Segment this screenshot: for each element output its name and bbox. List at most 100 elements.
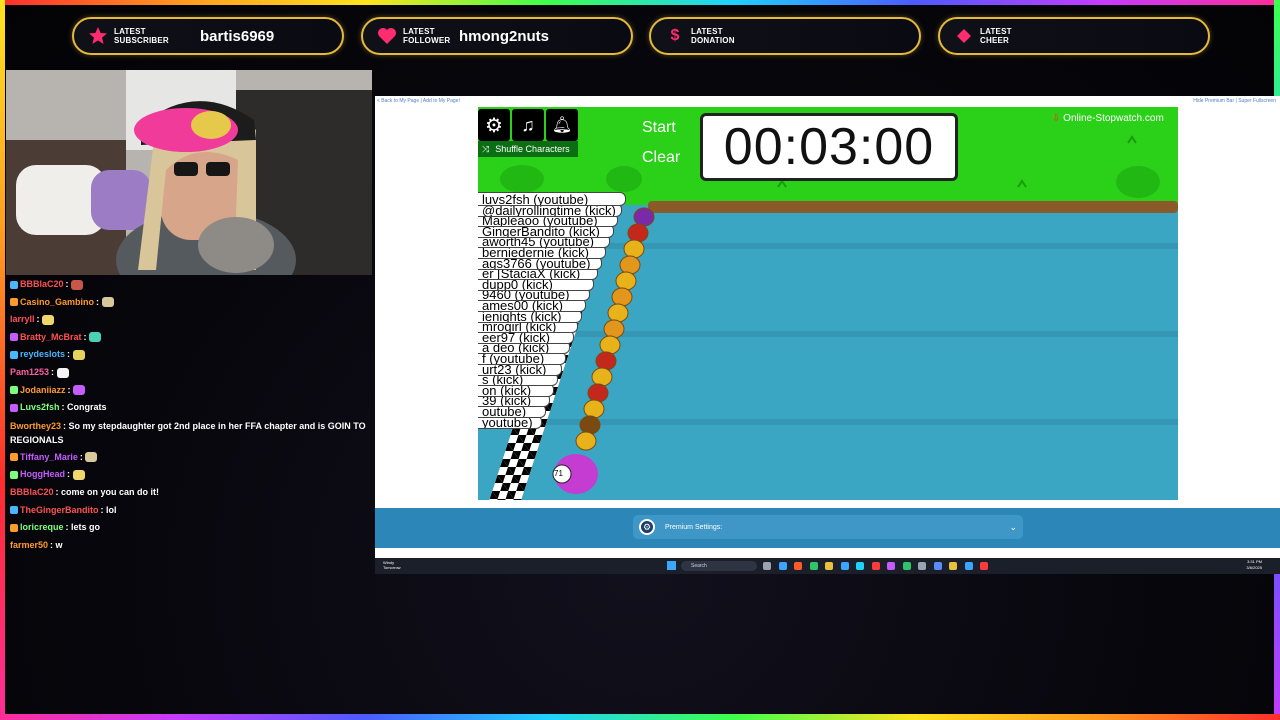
chat-emote-icon [89, 332, 102, 343]
rainbow-frame-left [0, 0, 5, 720]
taskbar-app-icon[interactable] [949, 562, 957, 570]
chat-username[interactable]: loricreque [20, 522, 64, 532]
duck-race-game: ⚙ ♫ 🔔︎ ⤨ Shuffle Characters Start Clear … [478, 107, 1178, 500]
taskbar-app-icon[interactable] [794, 562, 802, 570]
chat-emote-icon [71, 279, 84, 290]
chevron-down-icon: ⌄ [1009, 521, 1017, 532]
chat-message: BBBlaC20: [6, 276, 372, 294]
chat-message: Luvs2fsh: Congrats [6, 399, 372, 417]
chat-username[interactable]: Bworthey23 [10, 421, 61, 431]
chat-badge-icon [10, 351, 18, 359]
premium-settings-label: Premium Settings: [665, 523, 723, 531]
racer-name-tag: luvs2fsh (youtube) [478, 192, 626, 206]
bell-icon: 🔔︎ [551, 117, 573, 134]
back-to-my-page-link[interactable]: < Back to My Page | Add to My Page! [377, 98, 460, 104]
chat-username[interactable]: Tiffany_Marie [20, 452, 78, 462]
chat-message: larryll: [6, 311, 372, 329]
taskbar-app-icon[interactable] [871, 562, 880, 570]
chat-username[interactable]: Luvs2fsh [20, 402, 60, 412]
chat-username[interactable]: farmer50 [10, 540, 48, 550]
settings-button[interactable]: ⚙ [478, 109, 510, 141]
taskbar-search[interactable]: Search [681, 561, 757, 571]
latest-cheer-label: LATEST CHEER [980, 27, 1012, 45]
chat-message: reydeslots: [6, 346, 372, 364]
chat-message: Pam1253: [6, 364, 372, 382]
chat-emote-icon [101, 297, 114, 308]
chat-message: Jodaniiazz: [6, 382, 372, 400]
taskbar-app-icon[interactable] [980, 562, 988, 570]
chat-message: BBBlaC20: come on you can do it! [6, 484, 372, 502]
chat-username[interactable]: Casino_Gambino [20, 297, 94, 307]
countdown-timer: 00:03:00 [700, 113, 958, 181]
start-button[interactable]: Start [642, 119, 676, 137]
chat-username[interactable]: Pam1253 [10, 367, 49, 377]
taskbar-app-icon[interactable] [918, 562, 926, 570]
chat-username[interactable]: BBBlaC20 [10, 487, 54, 497]
stream-overlay: LATEST SUBSCRIBER bartis6969 LATEST FOLLOW… [0, 0, 1280, 720]
online-stopwatch-brand[interactable]: ⇩ Online-Stopwatch.com [1052, 113, 1164, 124]
chat-username[interactable]: Jodaniiazz [20, 385, 66, 395]
windows-taskbar: Windy Tomorrow Search 3:31 PM 3/6/2025 [375, 558, 1280, 574]
taskbar-date: 3/6/2025 [1246, 565, 1262, 570]
chat-separator: : [96, 296, 102, 307]
hide-premium-bar-link[interactable]: Hide Premium Bar | Super Fullscreen [1193, 98, 1276, 104]
chat-username[interactable]: TheGingerBandito [20, 505, 99, 515]
chat-emote-icon [73, 385, 86, 396]
chat-message: Tiffany_Marie: [6, 449, 372, 467]
music-button[interactable]: ♫ [512, 109, 544, 141]
dollar-icon: $ [670, 27, 680, 44]
shuffle-characters-button[interactable]: ⤨ Shuffle Characters [478, 141, 578, 157]
taskbar-app-icon[interactable] [933, 562, 942, 570]
chat-emote-icon [72, 350, 85, 360]
taskbar-app-icon[interactable] [778, 562, 787, 570]
brand-label: Online-Stopwatch.com [1063, 113, 1164, 124]
weather-widget[interactable]: Windy Tomorrow [383, 560, 401, 570]
start-button-icon[interactable] [667, 561, 676, 570]
taskbar-search-placeholder: Search [691, 563, 707, 569]
latest-subscriber-name: bartis6969 [200, 27, 275, 45]
chat-panel: BBBlaC20: Casino_Gambino: larryll: Bratt… [6, 276, 372, 556]
brand-logo-icon: ⇩ [1052, 113, 1061, 124]
chat-username[interactable]: HoggHead [20, 469, 65, 479]
webcam-feed [6, 70, 372, 275]
taskbar-app-icon[interactable] [809, 562, 818, 570]
chat-message: HoggHead: [6, 466, 372, 484]
taskbar-app-icon[interactable] [902, 562, 911, 570]
gear-icon: ⚙ [485, 114, 503, 137]
chat-username[interactable]: reydeslots [20, 349, 65, 359]
chat-message: farmer50: w [6, 537, 372, 555]
chat-username[interactable]: larryll [10, 314, 35, 324]
chat-text: lets go [71, 522, 101, 533]
webcam-image [6, 70, 372, 275]
rainbow-frame-bottom [0, 714, 1280, 720]
chat-username[interactable]: Bratty_McBrat [20, 332, 82, 342]
latest-cheer-panel: LATEST CHEER [938, 17, 1210, 55]
latest-subscriber-panel: LATEST SUBSCRIBER bartis6969 [72, 17, 344, 55]
latest-follower-label: LATEST FOLLOWER [403, 27, 451, 45]
taskbar-app-icon[interactable] [887, 562, 895, 570]
premium-settings-dropdown[interactable]: ⚙ Premium Settings: ⌄ [633, 515, 1023, 539]
star-icon [88, 26, 108, 46]
chat-badge-icon [10, 386, 18, 395]
chat-badge-icon [10, 506, 18, 515]
latest-donation-panel: $ LATEST DONATION [649, 17, 921, 55]
clear-button[interactable]: Clear [642, 149, 680, 167]
premium-settings-bar: ⚙ Premium Settings: ⌄ [375, 508, 1280, 548]
chat-username[interactable]: BBBlaC20 [20, 279, 64, 289]
chat-text: come on you can do it! [61, 486, 160, 497]
taskbar-app-icon[interactable] [856, 562, 864, 570]
browser-screen-share: < Back to My Page | Add to My Page! Hide… [375, 96, 1280, 574]
chat-text: lol [106, 504, 117, 515]
chat-badge-icon [10, 523, 18, 532]
taskbar-app-icon[interactable] [840, 562, 849, 570]
taskbar-app-icon[interactable] [825, 562, 833, 570]
chat-badge-icon [10, 403, 18, 412]
chat-emote-icon [85, 452, 98, 463]
chat-badge-icon [10, 470, 18, 479]
taskbar-app-icon[interactable] [964, 562, 973, 570]
sound-button[interactable]: 🔔︎ [546, 109, 578, 141]
shuffle-characters-label: Shuffle Characters [495, 144, 570, 154]
taskbar-app-icon[interactable] [763, 562, 771, 570]
chat-badge-icon [10, 298, 18, 307]
latest-follower-name: hmong2nuts [459, 27, 549, 45]
